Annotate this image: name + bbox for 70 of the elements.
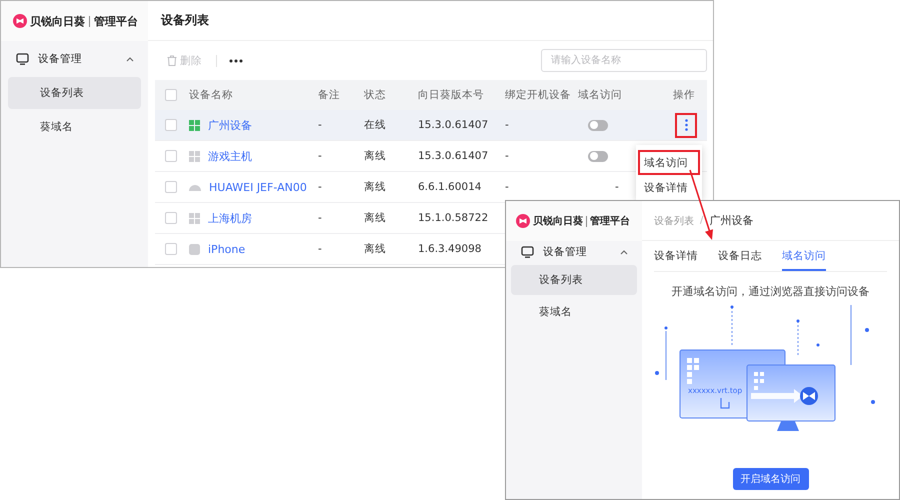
product-name: 管理平台 xyxy=(590,214,630,228)
checkbox[interactable] xyxy=(165,243,177,255)
column-header: 域名访问 xyxy=(577,88,623,102)
table-cell: 离线 xyxy=(364,180,386,194)
table-cell: 在线 xyxy=(364,118,386,132)
tab[interactable]: 设备详情 xyxy=(654,249,698,271)
table-cell: - xyxy=(505,150,509,162)
sidebar-group[interactable]: 设备管理 xyxy=(1,41,148,77)
table-cell: - xyxy=(318,119,322,131)
monitor-icon xyxy=(521,246,534,258)
search-field[interactable]: 请输入设备名称 xyxy=(541,49,707,72)
checkbox[interactable] xyxy=(165,89,177,101)
table-cell-text: - xyxy=(614,181,619,193)
breadcrumb-separator: / xyxy=(700,215,704,226)
checkbox[interactable] xyxy=(165,119,177,131)
logo-icon xyxy=(516,214,530,228)
table-cell: 15.3.0.61407 xyxy=(418,119,488,131)
tab[interactable]: 设备日志 xyxy=(718,249,762,271)
table-cell: - xyxy=(318,150,322,162)
column-header: 操作 xyxy=(672,88,696,102)
toggle-switch[interactable] xyxy=(588,120,608,130)
device-name-link[interactable]: 游戏主机 xyxy=(208,148,252,164)
device-name-link[interactable]: HUAWEI JEF-AN00 xyxy=(209,180,307,194)
monitor-icon xyxy=(16,53,29,65)
sidebar-item[interactable]: 葵域名 xyxy=(511,297,637,327)
table-cell: 15.1.0.58722 xyxy=(418,212,488,224)
table-cell: 1.6.3.49098 xyxy=(418,243,482,255)
table-cell: 离线 xyxy=(364,149,386,163)
column-header: 向日葵版本号 xyxy=(417,88,485,102)
more-actions-button[interactable] xyxy=(675,112,697,138)
kebab-icon xyxy=(684,119,688,131)
device-name-link[interactable]: 上海机房 xyxy=(208,210,252,226)
table-cell: 离线 xyxy=(364,211,386,225)
table-cell: 离线 xyxy=(364,242,386,256)
column-header: 状态 xyxy=(363,88,387,102)
checkbox[interactable] xyxy=(165,150,177,162)
table-cell: - xyxy=(505,181,509,193)
brand-name: 贝锐向日葵 xyxy=(533,214,583,228)
table-cell: - xyxy=(318,181,322,193)
table-cell: - xyxy=(318,243,322,255)
table-row[interactable]: 广州设备 - 在线 15.3.0.61407 - xyxy=(155,110,707,141)
table-row[interactable]: iPhone - 离线 1.6.3.49098 xyxy=(155,234,505,265)
page-title: 设备列表 xyxy=(161,12,209,29)
menu-item[interactable]: 设备详情 xyxy=(638,175,700,200)
brand-name: 贝锐向日葵 xyxy=(30,14,85,28)
sidebar-item[interactable]: 设备列表 xyxy=(511,265,637,295)
menu-item[interactable]: 域名访问 xyxy=(638,150,700,175)
breadcrumb-current: 广州设备 xyxy=(709,213,754,228)
column-header: 绑定开机设备 xyxy=(504,88,570,102)
product-name: 管理平台 xyxy=(94,14,138,28)
table-cell: 15.3.0.61407 xyxy=(418,150,488,162)
logo-icon xyxy=(13,14,27,28)
checkbox[interactable] xyxy=(165,181,177,193)
column-header: 备注 xyxy=(317,88,341,102)
table-cell: 6.6.1.60014 xyxy=(418,181,482,193)
checkbox[interactable] xyxy=(165,212,177,224)
sidebar-group[interactable]: 设备管理 xyxy=(506,241,642,263)
device-name-link[interactable]: iPhone xyxy=(208,242,246,256)
table-row[interactable]: 上海机房 - 离线 15.1.0.58722 xyxy=(155,203,505,234)
device-name-link[interactable]: 广州设备 xyxy=(208,118,252,132)
table-cell: - xyxy=(318,212,322,224)
sidebar-item[interactable]: 葵域名 xyxy=(8,111,141,143)
info-text: 开通域名访问，通过浏览器直接访问设备 xyxy=(670,284,870,299)
tab[interactable]: 域名访问 xyxy=(782,249,826,271)
sidebar-item[interactable]: 设备列表 xyxy=(8,77,141,109)
trash-icon xyxy=(167,55,177,66)
enable-domain-button[interactable]: 开启域名访问 xyxy=(732,468,808,490)
table-cell: - xyxy=(505,119,509,131)
toggle-switch[interactable] xyxy=(588,150,608,162)
column-header: 设备名称 xyxy=(188,88,234,102)
